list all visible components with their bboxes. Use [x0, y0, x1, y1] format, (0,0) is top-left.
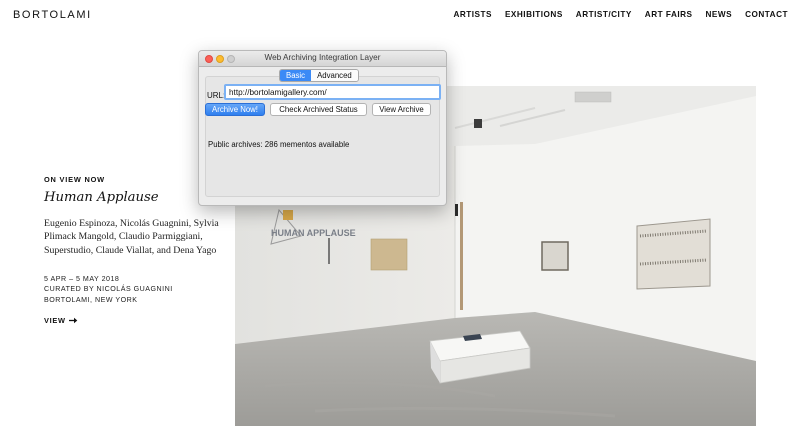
view-archive-button[interactable]: View Archive	[372, 103, 431, 116]
url-label: URL:	[207, 91, 226, 100]
exhibition-curator: CURATED BY NICOLÁS GUAGNINI	[44, 285, 173, 294]
archive-status: Public archives: 286 mementos available	[208, 140, 350, 149]
main-nav: ARTISTS EXHIBITIONS ARTIST/CITY ART FAIR…	[440, 10, 788, 19]
on-view-label: ON VIEW NOW	[44, 175, 105, 184]
exhibition-location: BORTOLAMI, NEW YORK	[44, 296, 138, 305]
tab-bar: Basic Advanced	[279, 69, 359, 82]
exhibition-info: ON VIEW NOW Human Applause Eugenio Espin…	[44, 175, 224, 325]
wail-dialog: Web Archiving Integration Layer Basic Ad…	[198, 50, 447, 206]
view-link[interactable]: VIEW	[44, 316, 224, 325]
nav-exhibitions[interactable]: EXHIBITIONS	[505, 10, 563, 19]
check-archived-status-button[interactable]: Check Archived Status	[270, 103, 367, 116]
site-logo[interactable]: BORTOLAMI	[13, 9, 92, 21]
exhibition-title[interactable]: Human Applause	[44, 190, 224, 205]
nav-artist-city[interactable]: ARTIST/CITY	[576, 10, 632, 19]
dialog-titlebar[interactable]: Web Archiving Integration Layer	[199, 51, 446, 67]
url-input[interactable]	[224, 84, 441, 100]
dialog-title: Web Archiving Integration Layer	[264, 53, 381, 62]
nav-contact[interactable]: CONTACT	[745, 10, 788, 19]
svg-text:HUMAN APPLAUSE: HUMAN APPLAUSE	[271, 228, 356, 238]
tab-advanced[interactable]: Advanced	[311, 70, 358, 81]
archive-now-button[interactable]: Archive Now!	[205, 103, 265, 116]
tab-basic[interactable]: Basic	[280, 70, 312, 81]
nav-art-fairs[interactable]: ART FAIRS	[645, 10, 693, 19]
nav-news[interactable]: NEWS	[706, 10, 733, 19]
artist-list: Eugenio Espinoza, Nicolás Guagnini, Sylv…	[44, 218, 219, 256]
arrow-right-icon	[68, 317, 78, 323]
nav-artists[interactable]: ARTISTS	[453, 10, 492, 19]
exhibition-meta: 5 APR – 5 MAY 2018 CURATED BY NICOLÁS GU…	[44, 274, 224, 306]
view-label: VIEW	[44, 315, 66, 325]
exhibition-dates: 5 APR – 5 MAY 2018	[44, 274, 120, 283]
